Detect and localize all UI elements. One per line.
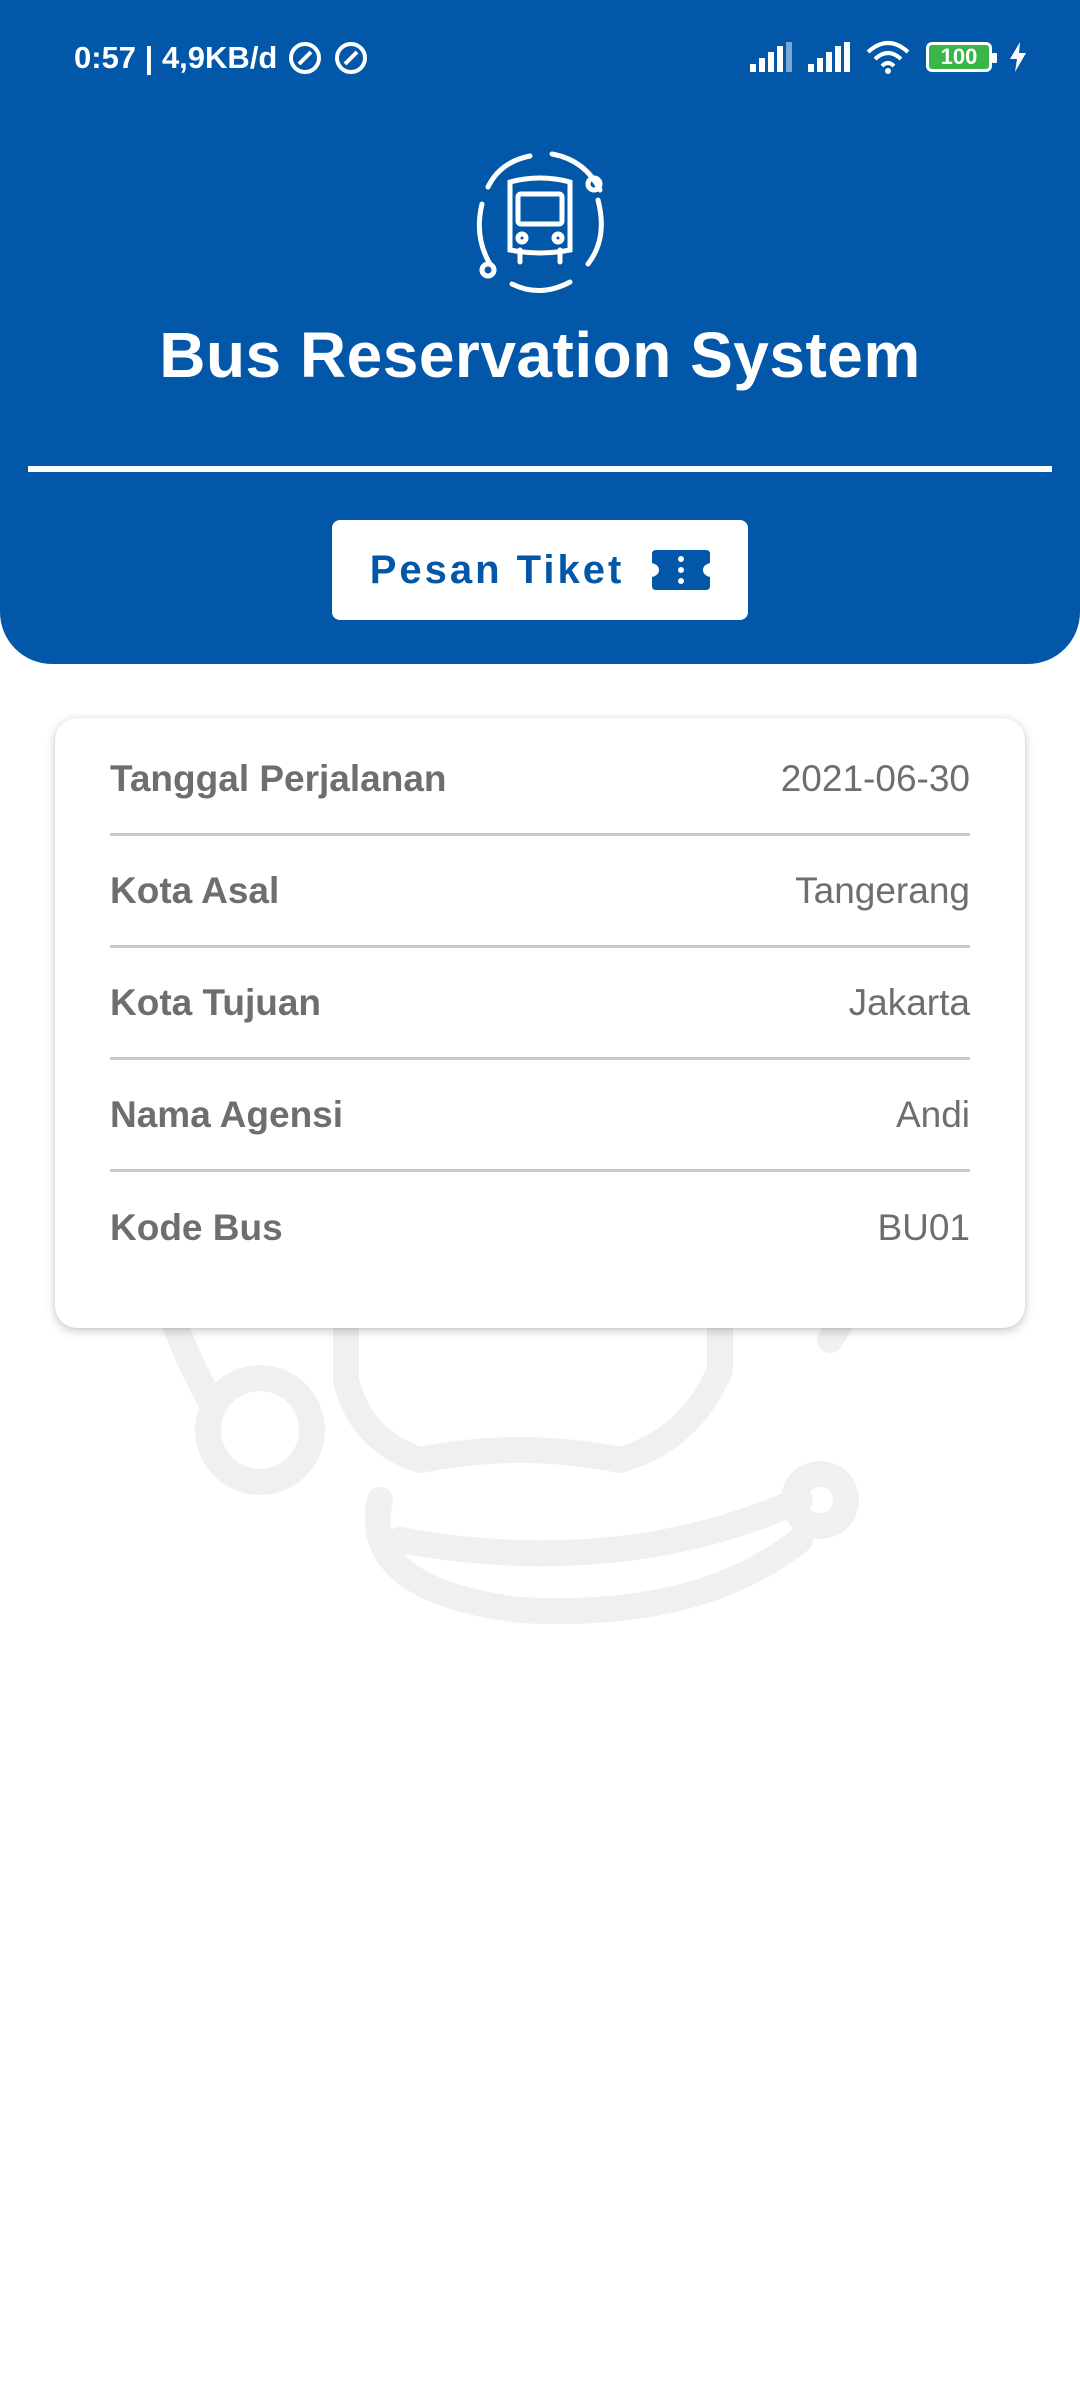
trip-date-value: 2021-06-30 bbox=[780, 757, 970, 799]
signal-icon bbox=[750, 42, 792, 72]
wifi-icon bbox=[866, 41, 910, 74]
pesan-tiket-label: Pesan Tiket bbox=[369, 547, 625, 592]
trip-date-label: Tanggal Perjalanan bbox=[110, 757, 447, 799]
battery-icon: 100 bbox=[926, 42, 997, 72]
charging-icon bbox=[1010, 42, 1026, 72]
origin-city-value: Tangerang bbox=[795, 869, 970, 911]
app-title: Bus Reservation System bbox=[159, 319, 921, 391]
origin-city-label: Kota Asal bbox=[110, 869, 280, 911]
bus-logo-icon bbox=[476, 151, 604, 293]
trip-detail-row: Tanggal Perjalanan 2021-06-30 bbox=[110, 724, 970, 836]
bus-code-value: BU01 bbox=[877, 1207, 970, 1248]
signal-icon-2 bbox=[808, 42, 850, 72]
destination-city-value: Jakarta bbox=[848, 981, 970, 1023]
trip-detail-row: Nama Agensi Andi bbox=[110, 1060, 970, 1172]
destination-city-label: Kota Tujuan bbox=[110, 981, 322, 1023]
trip-detail-row: Kota Asal Tangerang bbox=[110, 836, 970, 948]
battery-level: 100 bbox=[940, 44, 978, 69]
data-saver-icon-2 bbox=[335, 42, 368, 74]
pesan-tiket-button[interactable]: Pesan Tiket bbox=[332, 520, 748, 620]
trip-detail-row: Kode Bus BU01 bbox=[110, 1172, 970, 1284]
agency-name-value: Andi bbox=[895, 1093, 970, 1135]
header-divider bbox=[28, 466, 1052, 472]
ticket-icon bbox=[652, 550, 711, 590]
trip-detail-row: Kota Tujuan Jakarta bbox=[110, 948, 970, 1060]
trip-details-card: Tanggal Perjalanan 2021-06-30 Kota Asal … bbox=[55, 718, 1025, 1328]
status-time-speed: 0:57 | 4,9KB/d bbox=[74, 40, 278, 75]
data-saver-icon bbox=[289, 42, 322, 74]
status-bar: 0:57 | 4,9KB/d 100 bbox=[0, 0, 1080, 120]
header: 0:57 | 4,9KB/d 100 Bus Reservation Syste… bbox=[0, 0, 1080, 664]
agency-name-label: Nama Agensi bbox=[110, 1093, 344, 1135]
bus-code-label: Kode Bus bbox=[110, 1207, 283, 1248]
